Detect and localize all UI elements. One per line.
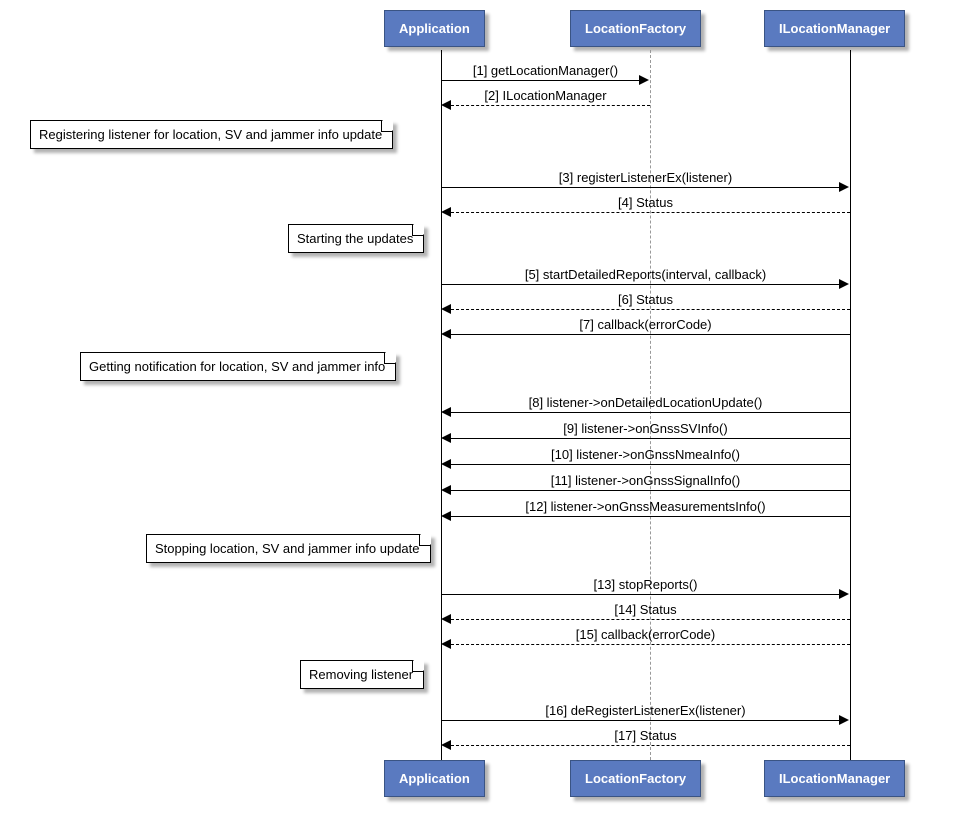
arrow-8 xyxy=(451,412,850,413)
arrow-15 xyxy=(451,644,850,645)
arrowhead-1 xyxy=(639,75,649,85)
arrowhead-5 xyxy=(839,279,849,289)
message-4: [4] Status xyxy=(441,195,850,210)
arrow-1 xyxy=(441,80,640,81)
arrowhead-11 xyxy=(441,485,451,495)
message-2: [2] ILocationManager xyxy=(441,88,650,103)
arrowhead-13 xyxy=(839,589,849,599)
arrow-16 xyxy=(441,720,840,721)
arrow-13 xyxy=(441,594,840,595)
message-7: [7] callback(errorCode) xyxy=(441,317,850,332)
arrow-2 xyxy=(451,105,650,106)
sequence-diagram: Application LocationFactory ILocationMan… xyxy=(10,10,957,806)
lifeline-ilocationmanager xyxy=(850,50,851,760)
note-registering: Registering listener for location, SV an… xyxy=(30,120,393,149)
arrow-5 xyxy=(441,284,840,285)
arrowhead-2 xyxy=(441,100,451,110)
arrow-9 xyxy=(451,438,850,439)
message-1: [1] getLocationManager() xyxy=(441,63,650,78)
note-removing: Removing listener xyxy=(300,660,424,689)
participant-ilocationmanager-top: ILocationManager xyxy=(764,10,905,47)
message-15: [15] callback(errorCode) xyxy=(441,627,850,642)
arrowhead-12 xyxy=(441,511,451,521)
arrowhead-3 xyxy=(839,182,849,192)
message-12: [12] listener->onGnssMeasurementsInfo() xyxy=(441,499,850,514)
message-10: [10] listener->onGnssNmeaInfo() xyxy=(441,447,850,462)
arrow-10 xyxy=(451,464,850,465)
arrowhead-16 xyxy=(839,715,849,725)
note-starting: Starting the updates xyxy=(288,224,424,253)
note-stopping: Stopping location, SV and jammer info up… xyxy=(146,534,431,563)
arrowhead-9 xyxy=(441,433,451,443)
message-5: [5] startDetailedReports(interval, callb… xyxy=(441,267,850,282)
arrow-11 xyxy=(451,490,850,491)
message-6: [6] Status xyxy=(441,292,850,307)
arrow-3 xyxy=(441,187,840,188)
arrowhead-4 xyxy=(441,207,451,217)
participant-locationfactory-top: LocationFactory xyxy=(570,10,701,47)
message-3: [3] registerListenerEx(listener) xyxy=(441,170,850,185)
participant-ilocationmanager-bottom: ILocationManager xyxy=(764,760,905,797)
arrowhead-6 xyxy=(441,304,451,314)
participant-application-bottom: Application xyxy=(384,760,485,797)
arrowhead-15 xyxy=(441,639,451,649)
participant-application-top: Application xyxy=(384,10,485,47)
arrowhead-7 xyxy=(441,329,451,339)
message-13: [13] stopReports() xyxy=(441,577,850,592)
arrow-14 xyxy=(451,619,850,620)
arrow-6 xyxy=(451,309,850,310)
participant-locationfactory-bottom: LocationFactory xyxy=(570,760,701,797)
arrowhead-10 xyxy=(441,459,451,469)
arrow-7 xyxy=(451,334,850,335)
message-17: [17] Status xyxy=(441,728,850,743)
message-14: [14] Status xyxy=(441,602,850,617)
arrow-17 xyxy=(451,745,850,746)
arrowhead-14 xyxy=(441,614,451,624)
arrowhead-8 xyxy=(441,407,451,417)
note-getting: Getting notification for location, SV an… xyxy=(80,352,396,381)
message-8: [8] listener->onDetailedLocationUpdate() xyxy=(441,395,850,410)
message-9: [9] listener->onGnssSVInfo() xyxy=(441,421,850,436)
message-11: [11] listener->onGnssSignalInfo() xyxy=(441,473,850,488)
message-16: [16] deRegisterListenerEx(listener) xyxy=(441,703,850,718)
arrow-12 xyxy=(451,516,850,517)
arrow-4 xyxy=(451,212,850,213)
arrowhead-17 xyxy=(441,740,451,750)
